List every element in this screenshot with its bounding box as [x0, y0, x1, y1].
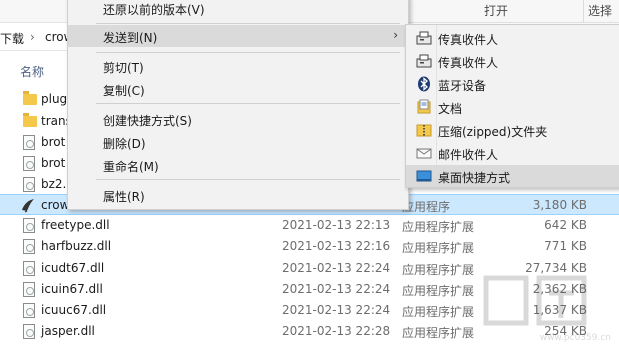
dll-file-icon — [23, 303, 35, 318]
submenu-arrow-icon: › — [393, 28, 398, 42]
file-date: 2021-02-13 22:24 — [282, 303, 391, 317]
file-name: icudt67.dll — [41, 261, 105, 275]
submenu-item-label: 压缩(zipped)文件夹 — [438, 125, 548, 139]
menu-separator — [96, 52, 400, 53]
menu-item-send-to[interactable]: 发送到(N) › — [68, 25, 408, 47]
submenu-item-desktop-shortcut[interactable]: 桌面快捷方式 — [406, 165, 619, 187]
submenu-item-bluetooth[interactable]: 蓝牙设备 — [406, 73, 619, 95]
context-menu: 还原以前的版本(V) 发送到(N) › 剪切(T) 复制(C) 创建快捷方式(S… — [67, 0, 409, 210]
send-to-submenu: 传真收件人 传真收件人 蓝牙设备 文档 压缩(zipped)文件夹 邮件收件人 … — [405, 24, 619, 188]
site-watermark: www.pc0359.cn — [461, 273, 611, 343]
submenu-item-fax-recipient[interactable]: 传真收件人 — [406, 27, 619, 49]
dll-file-icon — [23, 324, 35, 339]
desktop-icon — [416, 170, 432, 182]
file-name: icuuc67.dll — [41, 303, 107, 317]
menu-item-label: 删除(D) — [103, 137, 146, 151]
dll-file-icon — [23, 177, 35, 192]
dll-file-icon — [23, 135, 35, 150]
menu-item-label: 复制(C) — [103, 84, 145, 98]
dll-file-icon — [23, 261, 35, 276]
file-type: 应用程序扩展 — [402, 241, 475, 255]
watermark-text: www.pc0359.cn — [539, 333, 611, 343]
menu-separator — [96, 23, 400, 24]
file-size: 3,180 KB — [532, 198, 587, 212]
file-name: icuin67.dll — [41, 282, 103, 296]
zip-folder-icon — [416, 124, 432, 137]
file-size: 642 KB — [544, 218, 587, 232]
file-name: brot — [41, 156, 66, 170]
submenu-item-documents[interactable]: 文档 — [406, 96, 619, 118]
submenu-item-mail-recipient[interactable]: 邮件收件人 — [406, 142, 619, 164]
mail-icon — [416, 148, 432, 159]
menu-item-cut[interactable]: 剪切(T) — [68, 55, 408, 77]
folder-icon — [23, 91, 37, 105]
file-name: jasper.dll — [41, 324, 95, 338]
submenu-item-zip-folder[interactable]: 压缩(zipped)文件夹 — [406, 119, 619, 141]
submenu-item-label: 桌面快捷方式 — [438, 171, 511, 185]
file-name: brot — [41, 135, 66, 149]
menu-item-label: 还原以前的版本(V) — [103, 3, 205, 17]
menu-item-properties[interactable]: 属性(R) — [68, 184, 408, 206]
submenu-item-label: 传真收件人 — [438, 56, 499, 70]
crow-app-icon — [22, 199, 34, 213]
menu-separator — [96, 103, 400, 104]
menu-item-label: 剪切(T) — [103, 61, 144, 75]
fax-icon — [416, 31, 432, 45]
submenu-item-label: 文档 — [438, 102, 463, 116]
menu-item-label: 发送到(N) — [103, 31, 158, 45]
menu-item-label: 重命名(M) — [103, 160, 159, 174]
file-date: 2021-02-13 22:16 — [282, 239, 391, 253]
file-size: 771 KB — [544, 239, 587, 253]
menu-item-label: 属性(R) — [103, 190, 145, 204]
submenu-item-fax-recipient[interactable]: 传真收件人 — [406, 50, 619, 72]
file-date: 2021-02-13 22:13 — [282, 218, 391, 232]
menu-separator — [96, 179, 400, 180]
menu-item-copy[interactable]: 复制(C) — [68, 78, 408, 100]
submenu-item-label: 蓝牙设备 — [438, 79, 487, 93]
dll-file-icon — [23, 156, 35, 171]
menu-item-rename[interactable]: 重命名(M) — [68, 154, 408, 176]
file-date: 2021-02-13 22:24 — [282, 261, 391, 275]
file-name: crow — [41, 198, 70, 212]
fax-icon — [416, 54, 432, 68]
file-type: 应用程序扩展 — [402, 220, 475, 234]
menu-item-label: 创建快捷方式(S) — [103, 114, 192, 128]
folder-icon — [23, 113, 37, 127]
file-name: plug — [41, 92, 68, 106]
menu-item-restore-versions[interactable]: 还原以前的版本(V) — [68, 0, 408, 19]
documents-icon — [417, 99, 431, 114]
file-row[interactable]: harfbuzz.dll 2021-02-13 22:16 应用程序扩展 771… — [0, 236, 619, 257]
file-type: 应用程序 — [402, 200, 451, 214]
bluetooth-icon — [418, 76, 430, 92]
dll-file-icon — [23, 282, 35, 297]
dll-file-icon — [23, 218, 35, 233]
file-date: 2021-02-13 22:28 — [282, 324, 391, 338]
dll-file-icon — [23, 239, 35, 254]
file-row[interactable]: freetype.dll 2021-02-13 22:13 应用程序扩展 642… — [0, 215, 619, 236]
file-name: harfbuzz.dll — [41, 239, 112, 253]
file-date: 2021-02-13 22:24 — [282, 282, 391, 296]
watermark-logo-icon — [483, 275, 587, 326]
submenu-item-label: 传真收件人 — [438, 33, 499, 47]
file-name: freetype.dll — [41, 218, 110, 232]
menu-item-delete[interactable]: 删除(D) — [68, 131, 408, 153]
menu-item-create-shortcut[interactable]: 创建快捷方式(S) — [68, 108, 408, 130]
submenu-item-label: 邮件收件人 — [438, 148, 499, 162]
